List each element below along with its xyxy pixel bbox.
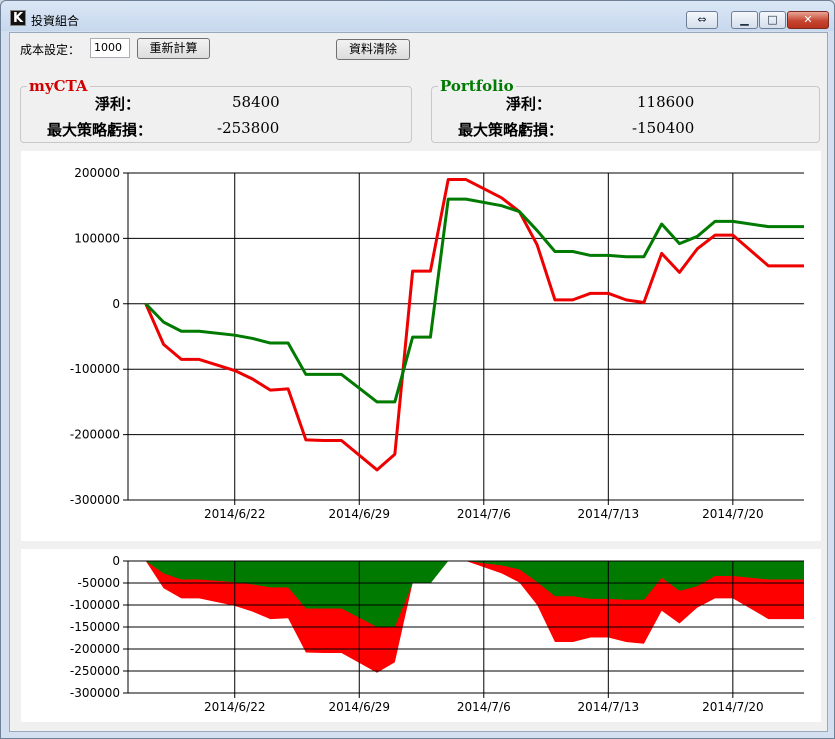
recalculate-button[interactable]: 重新計算 <box>137 38 210 59</box>
window-title: 投資組合 <box>31 14 80 28</box>
equity-x-tick-label: 2014/6/22 <box>204 507 266 521</box>
equity-x-tick-label: 2014/7/20 <box>702 507 764 521</box>
mycta-net-profit-value: 58400 <box>232 93 280 111</box>
app-window: K 投資組合 ⇔ ▁ □ ✕ 成本設定： 1000 重新計算 資料清除 myCT… <box>0 0 835 739</box>
portfolio-max-dd-label: 最大策略虧損： <box>458 121 564 139</box>
equity-x-tick-label: 2014/6/29 <box>328 507 390 521</box>
equity-series-0-line <box>144 178 804 472</box>
equity-x-tick-label: 2014/7/13 <box>578 507 640 521</box>
portfolio-max-dd-value: -150400 <box>632 119 695 137</box>
drawdown-y-tick-label: -300000 <box>70 686 120 700</box>
mycta-net-profit-label: 淨利： <box>95 95 141 113</box>
equity-line-chart: 200000 100000 0 -100000 -200000 -300000 2014/6… <box>70 166 804 521</box>
equity-y-tick-label: 200000 <box>74 166 120 180</box>
portfolio-stats-group: Portfolio 淨利： 118600 最大策略虧損： -150400 <box>431 77 820 143</box>
close-button[interactable]: ✕ <box>787 11 829 29</box>
mycta-stats-group: myCTA 淨利： 58400 最大策略虧損： -253800 <box>20 77 412 143</box>
mycta-max-dd-value: -253800 <box>217 119 280 137</box>
mycta-group-title: myCTA <box>27 77 90 95</box>
drawdown-y-tick-label: -100000 <box>70 598 120 612</box>
drawdown-x-tick-label: 2014/6/29 <box>328 700 390 714</box>
app-logo-icon: K <box>10 10 26 26</box>
drawdown-y-tick-label: 0 <box>112 554 120 568</box>
drawdown-x-tick-label: 2014/7/6 <box>457 700 511 714</box>
drawdown-x-tick-label: 2014/6/22 <box>204 700 266 714</box>
portfolio-net-profit-value: 118600 <box>637 93 695 111</box>
drawdown-y-tick-label: -150000 <box>70 620 120 634</box>
drawdown-y-tick-label: -50000 <box>77 576 120 590</box>
equity-series-1-line <box>144 197 804 404</box>
title-bar[interactable]: K 投資組合 ⇔ ▁ □ ✕ <box>1 1 834 31</box>
clear-data-button[interactable]: 資料清除 <box>336 39 410 60</box>
equity-y-tick-label: -100000 <box>70 362 120 376</box>
equity-y-tick-label: 100000 <box>74 231 120 245</box>
maximize-button[interactable]: □ <box>759 11 786 29</box>
portfolio-group-title: Portfolio <box>438 77 516 95</box>
client-area: 成本設定： 1000 重新計算 資料清除 myCTA 淨利： 58400 最大策… <box>9 32 828 732</box>
drawdown-y-tick-label: -200000 <box>70 642 120 656</box>
drawdown-x-tick-label: 2014/7/13 <box>578 700 640 714</box>
minimize-button[interactable]: ▁ <box>731 11 758 29</box>
drawdown-x-tick-label: 2014/7/20 <box>702 700 764 714</box>
swap-window-button[interactable]: ⇔ <box>686 11 718 29</box>
drawdown-area-chart: 0 -50000 -100000 -150000 -200000 -250000 -3000… <box>70 554 804 714</box>
drawdown-chart-panel: 0 -50000 -100000 -150000 -200000 -250000 -3000… <box>21 549 821 722</box>
cost-label: 成本設定： <box>20 43 81 57</box>
equity-chart-panel: 200000 100000 0 -100000 -200000 -300000 2014/6… <box>21 151 821 541</box>
equity-y-tick-label: 0 <box>112 297 120 311</box>
portfolio-net-profit-label: 淨利： <box>506 95 552 113</box>
mycta-max-dd-label: 最大策略虧損： <box>47 121 153 139</box>
cost-input[interactable]: 1000 <box>90 38 130 58</box>
equity-y-tick-label: -200000 <box>70 428 120 442</box>
equity-y-tick-label: -300000 <box>70 493 120 507</box>
drawdown-y-tick-label: -250000 <box>70 664 120 678</box>
equity-x-tick-label: 2014/7/6 <box>457 507 511 521</box>
